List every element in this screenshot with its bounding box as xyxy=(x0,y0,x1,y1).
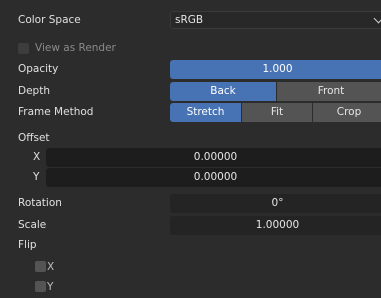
offset-x-value: 0.00000 xyxy=(193,151,238,163)
opacity-value: 1.000 xyxy=(262,63,293,75)
scale-label: Scale xyxy=(18,219,47,231)
frame-crop-button[interactable]: Crop xyxy=(313,103,381,122)
depth-front-button[interactable]: Front xyxy=(277,82,381,101)
frame-crop-label: Crop xyxy=(336,106,362,118)
frame-method-label: Frame Method xyxy=(18,106,94,118)
opacity-slider[interactable]: 1.000 xyxy=(170,60,381,79)
depth-back-label: Back xyxy=(210,85,236,97)
frame-fit-button[interactable]: Fit xyxy=(242,103,312,122)
color-space-dropdown[interactable]: sRGB xyxy=(170,11,381,29)
flip-x-checkbox[interactable] xyxy=(35,261,46,272)
flip-x-label: X xyxy=(47,261,55,273)
scale-field[interactable]: 1.00000 xyxy=(170,216,381,235)
scale-value: 1.00000 xyxy=(255,219,300,231)
offset-y-field[interactable]: 0.00000 xyxy=(46,168,381,187)
frame-stretch-label: Stretch xyxy=(186,106,225,118)
frame-fit-label: Fit xyxy=(270,106,284,118)
offset-x-label: X xyxy=(33,151,41,163)
view-as-render-checkbox[interactable] xyxy=(18,43,29,54)
offset-y-value: 0.00000 xyxy=(193,171,238,183)
depth-back-button[interactable]: Back xyxy=(170,82,276,101)
rotation-label: Rotation xyxy=(18,197,62,209)
depth-front-label: Front xyxy=(317,85,345,97)
offset-x-field[interactable]: 0.00000 xyxy=(46,148,381,167)
opacity-label: Opacity xyxy=(18,63,59,75)
offset-y-label: Y xyxy=(33,171,40,183)
color-space-label: Color Space xyxy=(18,14,81,26)
view-as-render-label: View as Render xyxy=(35,42,116,54)
rotation-value: 0° xyxy=(271,197,284,209)
flip-label: Flip xyxy=(18,239,37,251)
color-space-value: sRGB xyxy=(175,14,204,26)
frame-stretch-button[interactable]: Stretch xyxy=(170,103,241,122)
flip-y-label: Y xyxy=(47,281,54,293)
flip-y-checkbox[interactable] xyxy=(35,281,46,292)
depth-label: Depth xyxy=(18,85,50,97)
rotation-field[interactable]: 0° xyxy=(170,194,381,213)
